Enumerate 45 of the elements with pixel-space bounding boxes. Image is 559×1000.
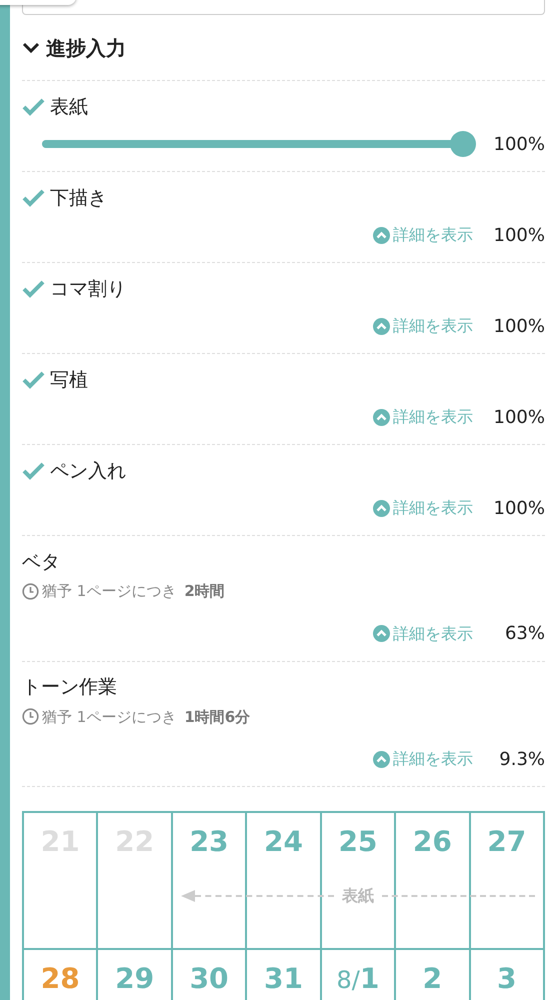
chevron-up-icon <box>373 318 390 334</box>
task-name: ベタ <box>22 550 60 575</box>
progress-percent: 9.3% <box>498 748 545 772</box>
chevron-up-icon <box>373 500 390 516</box>
show-details-link[interactable]: 詳細を表示 <box>373 496 473 520</box>
task-name: 写植 <box>50 368 88 393</box>
progress-percent: 100% <box>492 132 545 156</box>
progress-percent: 100% <box>492 406 545 430</box>
progress-percent: 100% <box>492 224 545 248</box>
show-details-link[interactable]: 詳細を表示 <box>373 405 473 429</box>
grace-period-text: 猶予 1ページにつき 1時間6分 <box>42 706 250 728</box>
text-area-field[interactable] <box>22 0 545 15</box>
calendar-day[interactable]: 31 <box>247 950 320 1000</box>
show-details-link[interactable]: 詳細を表示 <box>373 223 473 247</box>
task-name: ペン入れ <box>50 458 126 484</box>
progress-percent: 100% <box>492 314 545 338</box>
calendar-day[interactable]: 3 <box>470 950 543 1000</box>
calendar-day[interactable]: 8/1 <box>322 950 394 1000</box>
calendar-day[interactable]: 23 <box>172 813 246 948</box>
clock-icon <box>22 582 39 600</box>
task-name: 表紙 <box>50 94 88 120</box>
section-title: 進捗入力 <box>46 34 126 62</box>
calendar-day[interactable]: 27 <box>470 813 543 948</box>
calendar-day[interactable]: 24 <box>247 813 320 948</box>
chevron-up-icon <box>373 750 390 768</box>
grace-period-text: 猶予 1ページにつき 2時間 <box>42 581 225 602</box>
task-name: 下描き <box>50 186 107 211</box>
calendar-day[interactable]: 30 <box>172 950 246 1000</box>
chevron-icon[interactable] <box>22 42 40 54</box>
progress-percent: 63% <box>504 622 545 646</box>
slider-thumb[interactable] <box>450 131 476 157</box>
chevron-up-icon <box>373 625 390 642</box>
calendar-day[interactable]: 26 <box>396 813 469 948</box>
clock-icon <box>22 708 39 726</box>
calendar-day[interactable]: 28 <box>24 950 96 1000</box>
task-name: コマ割り <box>50 276 126 302</box>
progress-percent: 100% <box>492 496 545 520</box>
show-details-link[interactable]: 詳細を表示 <box>373 314 473 338</box>
chevron-up-icon <box>373 226 390 244</box>
calendar-day[interactable]: 2 <box>396 950 469 1000</box>
calendar-day[interactable]: 29 <box>98 950 171 1000</box>
task-name: トーン作業 <box>22 675 117 700</box>
show-details-link[interactable]: 詳細を表示 <box>373 622 473 646</box>
show-details-link[interactable]: 詳細を表示 <box>373 747 473 771</box>
chevron-up-icon <box>373 408 390 426</box>
